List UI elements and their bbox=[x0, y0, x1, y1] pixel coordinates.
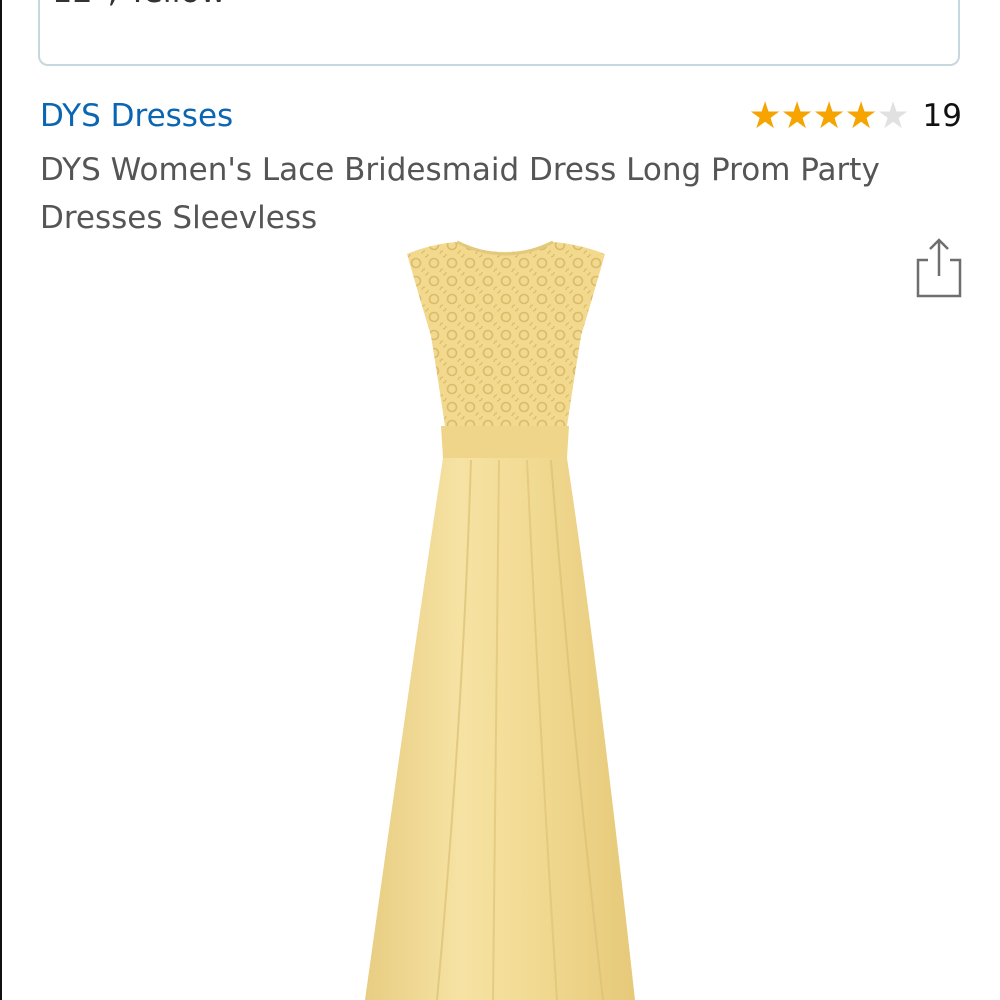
star-rating: ★ ★ ★ ★ ★ bbox=[748, 94, 910, 137]
rating-summary[interactable]: ★ ★ ★ ★ ★ 19 bbox=[749, 96, 962, 136]
brand-link[interactable]: DYS Dresses bbox=[40, 98, 233, 134]
product-title: DYS Women's Lace Bridesmaid Dress Long P… bbox=[40, 152, 880, 236]
review-count: 19 bbox=[922, 98, 962, 134]
star-icon: ★ bbox=[748, 94, 782, 137]
dress-photo[interactable] bbox=[335, 236, 675, 1000]
star-icon: ★ bbox=[844, 94, 878, 137]
left-edge-rule bbox=[0, 0, 2, 1000]
share-icon[interactable] bbox=[912, 234, 966, 302]
variant-selected-text: 12", Yellow bbox=[52, 0, 226, 10]
star-icon: ★ bbox=[780, 94, 814, 137]
star-icon: ★ bbox=[812, 94, 846, 137]
star-icon: ★ bbox=[876, 94, 910, 137]
